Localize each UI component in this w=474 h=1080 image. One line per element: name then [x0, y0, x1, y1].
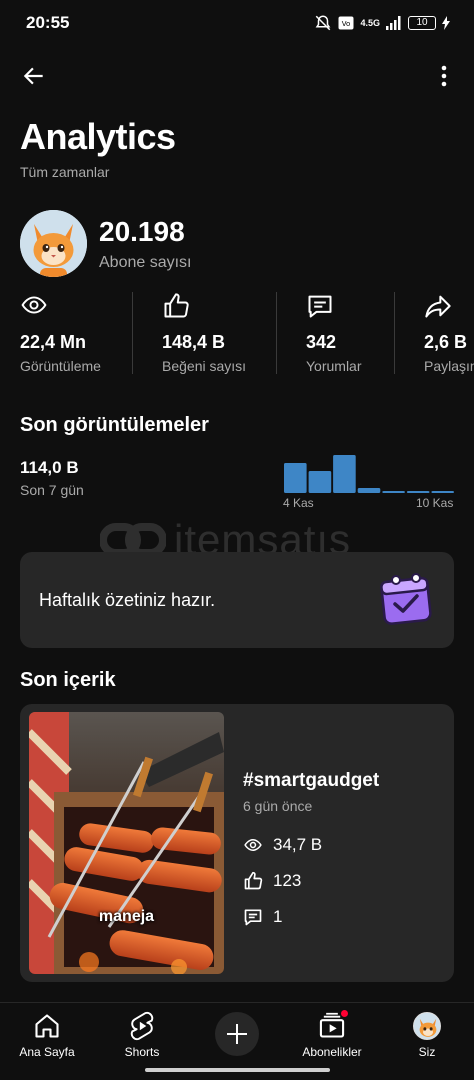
stats-row: 22,4 Mn Görüntüleme 148,4 B Beğeni sayıs…	[0, 292, 474, 376]
weekly-summary-text: Haftalık özetiniz hazır.	[39, 590, 216, 610]
video-comments-value: 1	[273, 907, 283, 926]
chart-bar-4-kas	[284, 463, 307, 493]
chart-bar-5-kas	[308, 471, 332, 493]
chart-bar-6-kas	[333, 455, 356, 493]
notification-dot	[340, 1009, 349, 1018]
nav-label: Shorts	[124, 1045, 160, 1059]
network-label: 4.5G	[360, 18, 380, 28]
more-vertical-icon	[441, 65, 447, 87]
thumbnail-caption: maneja	[98, 908, 155, 925]
channel-avatar	[20, 210, 87, 277]
volte-icon: Vo	[338, 16, 354, 30]
status-bar: 20:55 Vo 4.5G 10	[0, 0, 474, 46]
video-likes-value: 123	[273, 871, 302, 890]
stat-value: 2,6 B	[424, 332, 468, 352]
charging-icon	[442, 16, 450, 30]
stat-label: Görüntüleme	[20, 358, 101, 374]
stat-value: 148,4 B	[162, 332, 226, 352]
chart-bar-7-kas	[357, 488, 381, 493]
shorts-icon	[127, 1011, 157, 1041]
calendar-check-icon	[378, 570, 436, 628]
video-views: 34,7 B	[243, 835, 322, 855]
page-title: Analytics	[20, 116, 176, 157]
chart-tick-start: 4 Kas	[283, 496, 314, 510]
nav-you[interactable]: Siz	[382, 1011, 472, 1059]
subscriptions-icon	[317, 1009, 349, 1041]
home-indicator	[145, 1068, 330, 1072]
status-time: 20:55	[26, 13, 70, 32]
nav-home[interactable]: Ana Sayfa	[2, 1011, 92, 1059]
comment-icon	[244, 909, 262, 926]
svg-text:Vo: Vo	[342, 20, 351, 28]
divider	[394, 292, 395, 374]
plus-icon	[227, 1024, 247, 1044]
mute-bell-icon	[314, 14, 332, 32]
eye-icon	[20, 292, 50, 320]
nav-label: Ana Sayfa	[19, 1045, 75, 1059]
nav-shorts[interactable]: Shorts	[97, 1011, 187, 1059]
time-range-label: Tüm zamanlar	[20, 164, 110, 180]
divider	[132, 292, 133, 374]
recent-content-card[interactable]: maneja #smartgaudget 6 gün önce 34,7 B 1…	[20, 704, 454, 982]
stat-value: 342	[306, 332, 337, 352]
share-icon	[424, 292, 454, 320]
profile-avatar	[412, 1011, 442, 1041]
home-icon	[32, 1011, 62, 1041]
eye-icon	[244, 838, 262, 852]
video-views-value: 34,7 B	[273, 835, 323, 854]
chart-bar-8-kas	[382, 491, 405, 493]
subscriber-label: Abone sayısı	[99, 254, 192, 271]
comment-icon	[306, 292, 336, 320]
stat-value: 22,4 Mn	[20, 332, 87, 352]
video-title[interactable]: #smartgaudget	[243, 770, 379, 792]
recent-content-title: Son içerik	[20, 669, 116, 691]
nav-label: Siz	[418, 1045, 436, 1059]
recent-views-period: Son 7 gün	[20, 482, 84, 498]
arrow-left-icon	[23, 67, 43, 85]
thumbs-up-icon	[244, 871, 263, 890]
video-thumbnail[interactable]: maneja	[29, 712, 224, 974]
more-options-button[interactable]	[430, 60, 458, 92]
nav-label: Abonelikler	[302, 1045, 362, 1059]
stat-label: Yorumlar	[306, 358, 362, 374]
signal-icon	[386, 16, 402, 30]
stat-label: Beğeni sayısı	[162, 358, 247, 374]
stat-label: Paylaşım	[424, 358, 474, 374]
subscriber-count: 20.198	[99, 216, 185, 247]
chart-tick-end: 10 Kas	[416, 496, 454, 510]
battery-indicator: 10	[408, 16, 436, 30]
video-comments: 1	[243, 907, 282, 927]
video-likes: 123	[243, 871, 301, 891]
stat-shares[interactable]: 2,6 B Paylaşım	[424, 292, 474, 376]
chart-bar-9-kas	[406, 491, 430, 493]
top-navigation	[0, 54, 474, 96]
nav-subscriptions[interactable]: Abonelikler	[287, 1009, 377, 1059]
recent-views-title: Son görüntülemeler	[20, 414, 209, 436]
status-icons: Vo 4.5G 10	[314, 14, 450, 32]
video-age: 6 gün önce	[243, 798, 313, 814]
chart-bar-10-kas	[431, 491, 454, 493]
recent-views-value: 114,0 B	[20, 458, 79, 477]
create-button[interactable]	[215, 1012, 259, 1056]
back-button[interactable]	[18, 60, 50, 92]
thumbs-up-icon	[162, 292, 192, 320]
weekly-summary-card[interactable]: Haftalık özetiniz hazır.	[20, 552, 454, 648]
divider	[276, 292, 277, 374]
